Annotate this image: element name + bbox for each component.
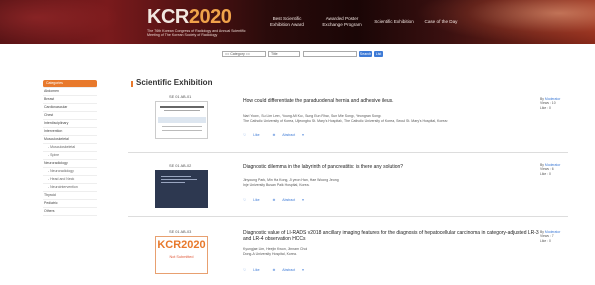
entry-affiliation: Inje University Busan Paik Hospital, Kor… bbox=[243, 182, 310, 187]
entry-id: SE 01 AB-03 bbox=[169, 229, 192, 234]
entry-author-link[interactable]: Moderator bbox=[545, 230, 560, 234]
entry-thumbnail[interactable] bbox=[155, 101, 208, 139]
sidebar-item-categories[interactable]: Categories bbox=[43, 80, 97, 88]
search-input[interactable] bbox=[303, 51, 357, 57]
exhibition-entry: SE 01 AB-03 KCR2020 Not Submitted Diagno… bbox=[128, 222, 568, 285]
site-logo[interactable]: KCR2020 bbox=[147, 6, 232, 29]
category-sidebar: Categories Abdomen Breast Cardiovascular… bbox=[43, 80, 97, 216]
field-select[interactable]: Title bbox=[268, 51, 300, 57]
section-title: Scientific Exhibition bbox=[136, 78, 213, 87]
sidebar-item-musculoskeletal[interactable]: Musculoskeletal bbox=[43, 136, 97, 144]
entry-title[interactable]: Diagnostic dilemma in the labyrinth of p… bbox=[243, 164, 543, 170]
plus-icon: ⊕ bbox=[272, 133, 276, 137]
entry-affiliation: The Catholic University of Korea, Uijeon… bbox=[243, 118, 448, 123]
entry-author-link[interactable]: Moderator bbox=[545, 163, 560, 167]
chevron-down-icon: ▾ bbox=[302, 133, 304, 137]
nav-case-of-the-day[interactable]: Case of the Day bbox=[418, 19, 464, 25]
entry-id: SE 01 AB-01 bbox=[169, 94, 192, 99]
entry-stats: By Moderator Views : 10 Like : 0 bbox=[540, 97, 561, 110]
likes-count: Like : 0 bbox=[540, 238, 551, 243]
sidebar-item-intervention[interactable]: Intervention bbox=[43, 128, 97, 136]
plus-icon: ⊕ bbox=[272, 198, 276, 202]
sidebar-item-others[interactable]: Others bbox=[43, 208, 97, 216]
like-link[interactable]: ♡ Like bbox=[243, 133, 266, 137]
chevron-down-icon: ▾ bbox=[302, 268, 304, 272]
sidebar-item-pediatric[interactable]: Pediatric bbox=[43, 200, 97, 208]
heart-icon: ♡ bbox=[243, 198, 247, 202]
sidebar-item-abdomen[interactable]: Abdomen bbox=[43, 88, 97, 96]
entry-thumbnail[interactable] bbox=[155, 170, 208, 208]
entry-stats: By Moderator Views : 6 Like : 0 bbox=[540, 163, 561, 176]
not-submitted-label: Not Submitted bbox=[169, 255, 194, 259]
sidebar-subitem-neurointervention[interactable]: - Neurointervention bbox=[43, 184, 97, 192]
entry-author-link[interactable]: Moderator bbox=[545, 97, 560, 101]
entry-thumbnail[interactable]: KCR2020 Not Submitted bbox=[155, 236, 208, 274]
entry-id: SE 01 AB-02 bbox=[169, 163, 192, 168]
sidebar-item-chest[interactable]: Chest bbox=[43, 112, 97, 120]
sidebar-subitem-musculoskeletal[interactable]: - Musculoskeletal bbox=[43, 144, 97, 152]
section-title-marker bbox=[131, 81, 133, 87]
list-button[interactable]: List bbox=[374, 51, 383, 57]
sidebar-subitem-neuroradiology[interactable]: - Neuroradiology bbox=[43, 168, 97, 176]
sidebar-item-cardiovascular[interactable]: Cardiovascular bbox=[43, 104, 97, 112]
likes-count: Like : 0 bbox=[540, 105, 551, 110]
heart-icon: ♡ bbox=[243, 268, 247, 272]
nav-best-scientific-exhibition-award[interactable]: Best Scientific Exhibition Award bbox=[262, 16, 312, 27]
sidebar-subitem-head-and-neck[interactable]: - Head and Neck bbox=[43, 176, 97, 184]
sidebar-item-thyroid[interactable]: Thyroid bbox=[43, 192, 97, 200]
plus-icon: ⊕ bbox=[272, 268, 276, 272]
chevron-down-icon: ▾ bbox=[302, 198, 304, 202]
abstract-link[interactable]: ⊕ Abstract ▾ bbox=[273, 198, 310, 202]
abstract-link[interactable]: ⊕ Abstract ▾ bbox=[273, 133, 310, 137]
entry-title[interactable]: Diagnostic value of LI-RADS v2018 ancill… bbox=[243, 230, 543, 242]
exhibition-entry: SE 01 AB-02 Diagnostic dilemma in the la… bbox=[128, 157, 568, 217]
category-select[interactable]: == Category == bbox=[222, 51, 266, 57]
likes-count: Like : 0 bbox=[540, 171, 551, 176]
heart-icon: ♡ bbox=[243, 133, 247, 137]
sidebar-item-interdisciplinary[interactable]: Interdisciplinary bbox=[43, 120, 97, 128]
abstract-link[interactable]: ⊕ Abstract ▾ bbox=[273, 268, 310, 272]
entry-stats: By Moderator Views : 7 Like : 0 bbox=[540, 230, 561, 243]
site-header: KCR2020 The 76th Korean Congress of Radi… bbox=[0, 0, 595, 44]
nav-awarded-poster-exchange[interactable]: Awarded Poster Exchange Program bbox=[313, 16, 371, 27]
sidebar-subitem-spine[interactable]: - Spine bbox=[43, 152, 97, 160]
sidebar-item-neuroradiology[interactable]: Neuroradiology bbox=[43, 160, 97, 168]
entry-title[interactable]: How could differentiate the paraduodenal… bbox=[243, 98, 543, 104]
sidebar-item-breast[interactable]: Breast bbox=[43, 96, 97, 104]
kcr-logo: KCR2020 bbox=[157, 239, 206, 251]
like-link[interactable]: ♡ Like bbox=[243, 268, 266, 272]
site-subtitle: The 76th Korean Congress of Radiology an… bbox=[147, 29, 246, 38]
like-link[interactable]: ♡ Like bbox=[243, 198, 266, 202]
search-button[interactable]: Search bbox=[359, 51, 372, 57]
entry-affiliation: Dong-A University Hospital, Korea. bbox=[243, 251, 297, 256]
exhibition-entry: SE 01 AB-01 How could differentiate the … bbox=[128, 93, 568, 153]
nav-scientific-exhibition[interactable]: Scientific Exhibition bbox=[369, 19, 419, 25]
